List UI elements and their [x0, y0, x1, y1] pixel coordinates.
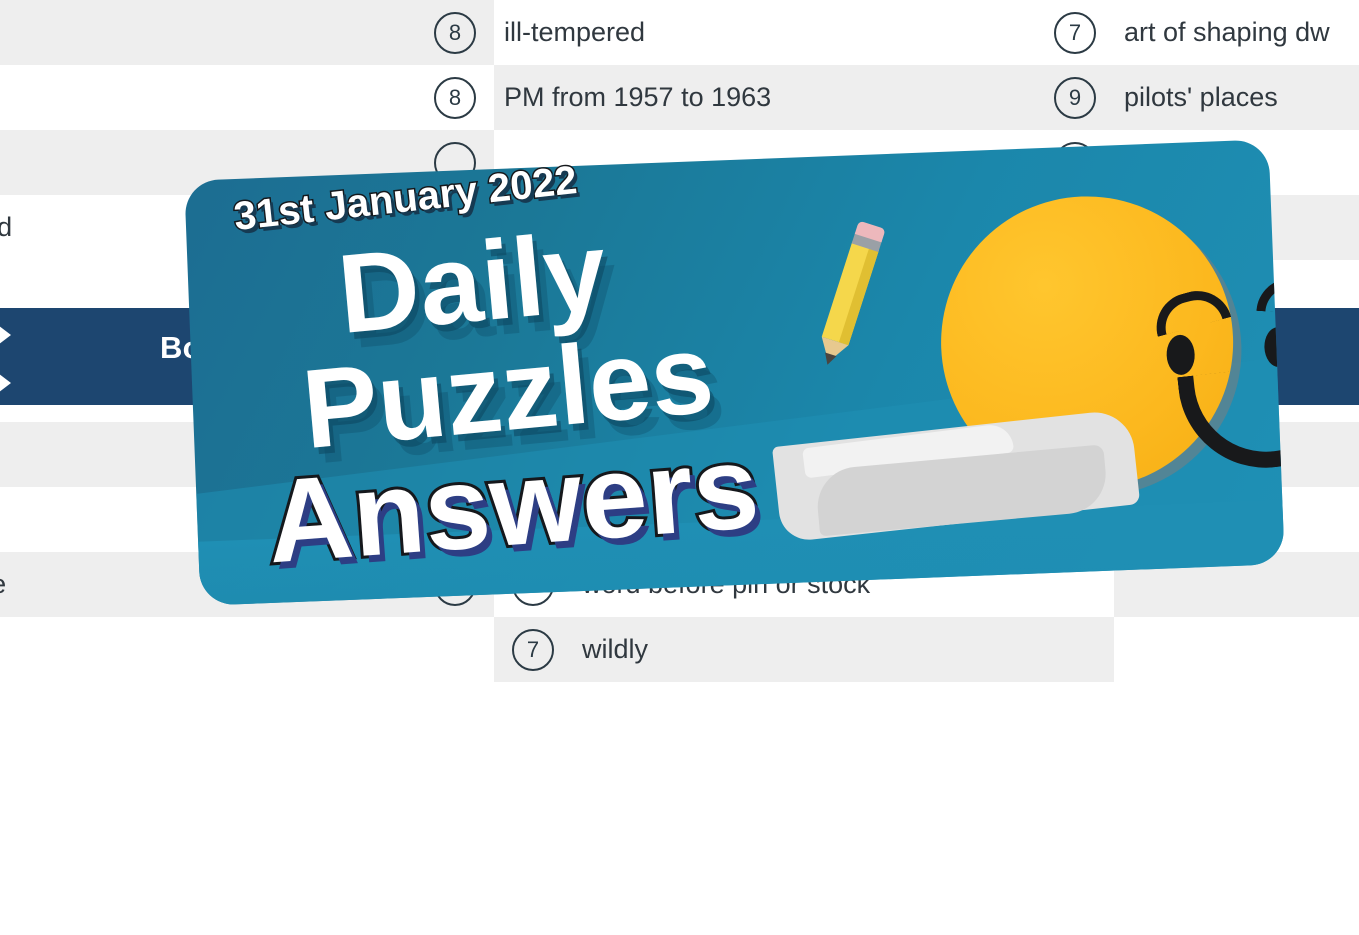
eyebrow-left: [1148, 283, 1232, 337]
clue-text: pilots' places: [1124, 82, 1278, 112]
clue-number: 9: [1054, 76, 1096, 119]
clue-number: 8: [434, 76, 476, 119]
smile-mouth: [1177, 358, 1285, 477]
clue-row[interactable]: 7 wildly: [494, 617, 1114, 682]
clue-text: ual celebration: [0, 0, 416, 65]
clue-row[interactable]: art of shaping dw: [1114, 0, 1359, 65]
clue-number: 8: [434, 11, 476, 54]
clue-number: 7: [512, 628, 554, 671]
daily-puzzles-answers-badge: 31st January 2022 Daily Puzzles Answers: [184, 139, 1285, 606]
badge-artwork: [771, 160, 1285, 578]
clue-row[interactable]: PM from 1957 to 1963 9: [494, 65, 1114, 130]
clue-row[interactable]: pilots' places: [1114, 65, 1359, 130]
chevron-right-icon: [0, 322, 11, 348]
chevron-right-icon: [0, 370, 11, 396]
clue-text: ill-tempered: [504, 17, 646, 47]
clue-number-cell: 8: [416, 0, 494, 65]
clue-number-cell: 7: [494, 617, 572, 682]
clue-text: art of shaping dw: [1124, 17, 1330, 47]
clue-row[interactable]: ual celebration 8: [0, 0, 494, 65]
eye-left: [1165, 334, 1196, 376]
clue-number-cell: 9: [1036, 65, 1114, 130]
clue-text: wildly: [582, 634, 649, 664]
clue-text: PM from 1957 to 1963: [504, 82, 772, 112]
clue-number-cell: 8: [416, 65, 494, 130]
clue-row[interactable]: r's "suitcase" 8: [0, 65, 494, 130]
pencil-icon: [815, 220, 886, 367]
clue-number-cell: 7: [1036, 0, 1114, 65]
clue-text: r's "suitcase": [0, 65, 416, 130]
pencil-lead: [821, 352, 837, 367]
clue-number: 7: [1054, 11, 1096, 54]
clue-row[interactable]: ill-tempered 7: [494, 0, 1114, 65]
